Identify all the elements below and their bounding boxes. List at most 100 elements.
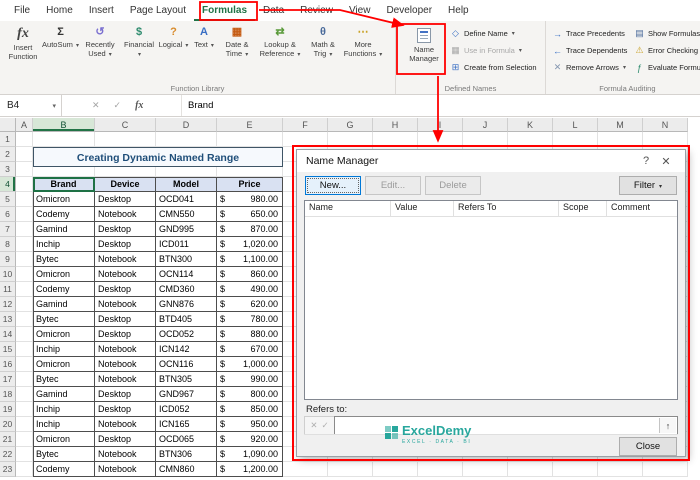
table-cell[interactable]: $800.00	[217, 387, 283, 402]
list-column-name[interactable]: Name	[305, 201, 391, 216]
table-cell[interactable]: Gamind	[33, 297, 95, 312]
table-cell[interactable]: Omicron	[33, 192, 95, 207]
table-cell[interactable]: Bytec	[33, 312, 95, 327]
table-cell[interactable]: ICD052	[156, 402, 217, 417]
table-cell[interactable]: $1,020.00	[217, 237, 283, 252]
table-cell[interactable]: CMN550	[156, 207, 217, 222]
table-cell[interactable]: $990.00	[217, 372, 283, 387]
table-cell[interactable]: Gamind	[33, 222, 95, 237]
close-button[interactable]: Close	[619, 437, 677, 456]
table-cell[interactable]: $1,200.00	[217, 462, 283, 477]
table-cell[interactable]: $670.00	[217, 342, 283, 357]
table-cell[interactable]: Bytec	[33, 252, 95, 267]
name-manager-button[interactable]: Name Manager	[400, 24, 448, 63]
ribbon-button-recently-used[interactable]: ↺ Recently Used ▾	[79, 24, 121, 59]
ribbon-button-define-name[interactable]: ◇ Define Name ▾	[448, 25, 542, 42]
table-cell[interactable]: Notebook	[95, 447, 156, 462]
ribbon-button-financial[interactable]: $ Financial ▾	[121, 24, 157, 59]
ribbon-button-remove-arrows[interactable]: ✕ Remove Arrows ▾	[550, 59, 632, 76]
refers-to-input[interactable]: ↑	[334, 416, 678, 435]
table-header-price[interactable]: Price	[217, 177, 283, 192]
ribbon-button-date-time[interactable]: ▦ Date & Time ▾	[218, 24, 256, 59]
table-cell[interactable]: Desktop	[95, 327, 156, 342]
ribbon-button-text[interactable]: A Text ▾	[190, 24, 218, 50]
list-column-value[interactable]: Value	[391, 201, 454, 216]
table-cell[interactable]: CMN860	[156, 462, 217, 477]
table-cell[interactable]: Desktop	[95, 222, 156, 237]
table-cell[interactable]: GND967	[156, 387, 217, 402]
table-cell[interactable]: Inchip	[33, 402, 95, 417]
table-cell[interactable]: $950.00	[217, 417, 283, 432]
ribbon-button-logical[interactable]: ? Logical ▾	[157, 24, 190, 50]
table-header-model[interactable]: Model	[156, 177, 217, 192]
table-cell[interactable]: Codemy	[33, 207, 95, 222]
tab-formulas[interactable]: Formulas	[194, 0, 255, 21]
ribbon-button-error-checking[interactable]: ⚠Error Checking▾	[632, 42, 700, 59]
table-header-brand[interactable]: Brand	[33, 177, 95, 192]
table-cell[interactable]: $1,100.00	[217, 252, 283, 267]
table-cell[interactable]: OCD065	[156, 432, 217, 447]
table-cell[interactable]: Notebook	[95, 372, 156, 387]
enter-icon[interactable]: ✓	[114, 100, 122, 111]
insert-function-fx-icon[interactable]: fx	[135, 100, 143, 111]
table-cell[interactable]: Desktop	[95, 282, 156, 297]
table-cell[interactable]: $880.00	[217, 327, 283, 342]
table-cell[interactable]: ICN165	[156, 417, 217, 432]
table-cell[interactable]: GND995	[156, 222, 217, 237]
formula-bar-input[interactable]: Brand	[182, 95, 700, 116]
table-cell[interactable]: Codemy	[33, 282, 95, 297]
tab-home[interactable]: Home	[38, 0, 81, 21]
table-cell[interactable]: Notebook	[95, 267, 156, 282]
table-cell[interactable]: Desktop	[95, 192, 156, 207]
table-cell[interactable]: Omicron	[33, 432, 95, 447]
table-cell[interactable]: $980.00	[217, 192, 283, 207]
tab-review[interactable]: Review	[292, 0, 341, 21]
table-cell[interactable]: $850.00	[217, 402, 283, 417]
table-cell[interactable]: OCD052	[156, 327, 217, 342]
table-cell[interactable]: Desktop	[95, 402, 156, 417]
tab-data[interactable]: Data	[255, 0, 292, 21]
table-cell[interactable]: Bytec	[33, 372, 95, 387]
table-cell[interactable]: ICD011	[156, 237, 217, 252]
list-column-comment[interactable]: Comment	[607, 201, 677, 216]
ribbon-button-trace-precedents[interactable]: → Trace Precedents	[550, 25, 632, 42]
table-cell[interactable]: $1,000.00	[217, 357, 283, 372]
table-cell[interactable]: BTN305	[156, 372, 217, 387]
names-list[interactable]: Name Value Refers To Scope Comment	[304, 200, 678, 400]
table-cell[interactable]: BTN300	[156, 252, 217, 267]
table-cell[interactable]: Notebook	[95, 342, 156, 357]
tab-page-layout[interactable]: Page Layout	[122, 0, 194, 21]
table-cell[interactable]: $1,090.00	[217, 447, 283, 462]
table-cell[interactable]: Omicron	[33, 267, 95, 282]
table-cell[interactable]: ICN142	[156, 342, 217, 357]
table-cell[interactable]: Desktop	[95, 237, 156, 252]
ribbon-button-evaluate-formula[interactable]: ƒ Evaluate Formula	[632, 59, 700, 76]
tab-help[interactable]: Help	[440, 0, 477, 21]
tab-file[interactable]: File	[6, 0, 38, 21]
table-cell[interactable]: Notebook	[95, 462, 156, 477]
list-column-scope[interactable]: Scope	[559, 201, 607, 216]
table-cell[interactable]: OCN116	[156, 357, 217, 372]
ribbon-button-use-in-formula[interactable]: ▦ Use in Formula ▾	[448, 42, 542, 59]
table-cell[interactable]: OCD041	[156, 192, 217, 207]
table-cell[interactable]: Notebook	[95, 252, 156, 267]
tab-developer[interactable]: Developer	[378, 0, 440, 21]
table-cell[interactable]: Omicron	[33, 357, 95, 372]
table-cell[interactable]: Desktop	[95, 387, 156, 402]
table-cell[interactable]: Desktop	[95, 312, 156, 327]
cancel-icon[interactable]: ✕	[92, 100, 100, 111]
filter-button[interactable]: Filter ▾	[619, 176, 677, 195]
table-cell[interactable]: BTD405	[156, 312, 217, 327]
table-cell[interactable]: Gamind	[33, 387, 95, 402]
table-cell[interactable]: Notebook	[95, 417, 156, 432]
table-cell[interactable]: $920.00	[217, 432, 283, 447]
table-cell[interactable]: $780.00	[217, 312, 283, 327]
table-cell[interactable]: Inchip	[33, 342, 95, 357]
ribbon-button-more-functions[interactable]: ⋯ More Functions ▾	[342, 24, 384, 59]
delete-button[interactable]: Delete	[425, 176, 481, 195]
ribbon-button-show-formulas[interactable]: ▤ Show Formulas	[632, 25, 700, 42]
tab-view[interactable]: View	[341, 0, 379, 21]
table-cell[interactable]: Notebook	[95, 357, 156, 372]
table-cell[interactable]: $490.00	[217, 282, 283, 297]
ribbon-button-lookup-reference[interactable]: ⇄ Lookup & Reference ▾	[256, 24, 304, 59]
